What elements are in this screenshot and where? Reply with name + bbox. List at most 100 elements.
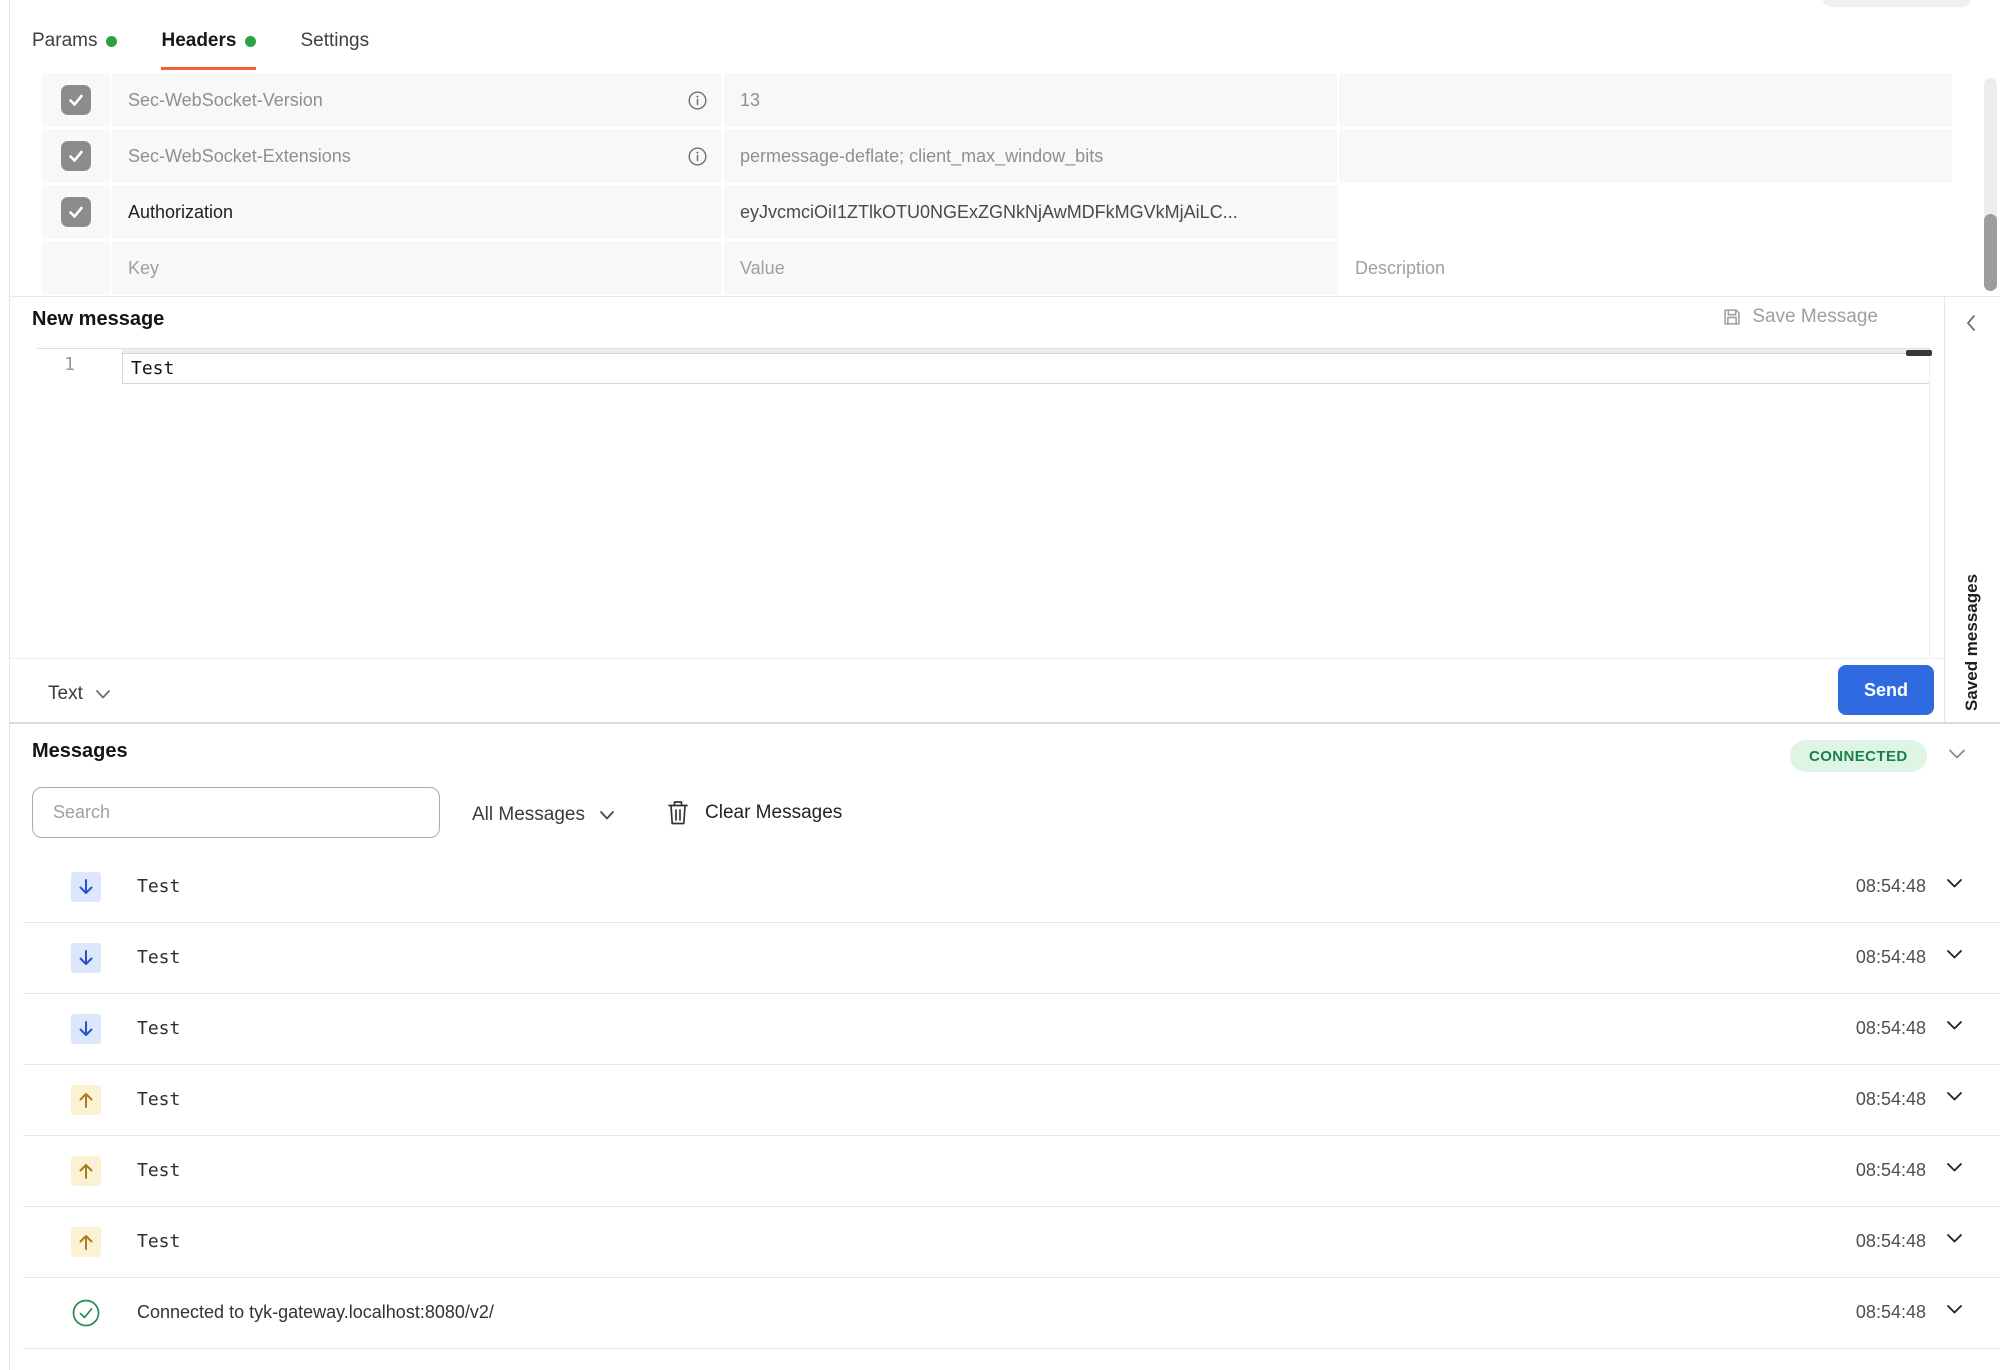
- send-button[interactable]: Send: [1838, 665, 1934, 715]
- header-value-cell[interactable]: eyJvcmciOiI1ZTlkOTU0NGExZGNkNjAwMDFkMGVk…: [724, 185, 1337, 239]
- header-checkbox[interactable]: [61, 197, 91, 227]
- message-time: 08:54:48: [1856, 947, 1926, 968]
- collapse-panel-button[interactable]: [1964, 313, 1977, 333]
- expand-message-chevron[interactable]: [1946, 949, 1963, 960]
- clear-messages-button[interactable]: Clear Messages: [666, 799, 842, 827]
- page-scrollbar-thumb[interactable]: [1984, 214, 1997, 291]
- headers-modified-dot: [245, 36, 256, 47]
- chevron-down-icon: [599, 810, 615, 821]
- value-placeholder: Value: [740, 258, 785, 279]
- message-row[interactable]: Test 08:54:48: [23, 852, 2000, 923]
- expand-message-chevron[interactable]: [1946, 1233, 1963, 1244]
- tab-params[interactable]: Params: [32, 30, 117, 70]
- params-modified-dot: [106, 36, 117, 47]
- tab-settings-label: Settings: [300, 30, 369, 52]
- message-row[interactable]: Test 08:54:48: [23, 1207, 2000, 1278]
- tab-settings[interactable]: Settings: [300, 30, 369, 70]
- expand-message-chevron[interactable]: [1946, 1304, 1963, 1315]
- header-description-cell[interactable]: [1339, 73, 1952, 127]
- header-description-cell[interactable]: Description: [1339, 241, 1952, 295]
- tab-headers-label: Headers: [161, 30, 236, 52]
- message-text: Test: [137, 1018, 180, 1039]
- status-chevron-button[interactable]: [1948, 748, 1966, 760]
- header-value-cell[interactable]: Value: [724, 241, 1337, 295]
- header-key-cell[interactable]: Authorization: [112, 185, 722, 239]
- header-key-cell[interactable]: Sec-WebSocket-Extensions: [112, 129, 722, 183]
- header-description-cell[interactable]: [1339, 129, 1952, 183]
- sent-arrow-icon: [71, 1156, 101, 1186]
- header-value-cell[interactable]: permessage-deflate; client_max_window_bi…: [724, 129, 1337, 183]
- headers-table: Sec-WebSocket-Version 13 Sec-WebSocket-E…: [42, 73, 1952, 295]
- expand-message-chevron[interactable]: [1946, 1162, 1963, 1173]
- message-row[interactable]: Test 08:54:48: [23, 994, 2000, 1065]
- clear-messages-label: Clear Messages: [705, 802, 842, 824]
- check-icon: [67, 147, 85, 165]
- header-key: Authorization: [128, 202, 233, 223]
- header-checkbox[interactable]: [61, 141, 91, 171]
- expand-message-chevron[interactable]: [1946, 1020, 1963, 1031]
- received-arrow-icon: [71, 872, 101, 902]
- toolbar-fragment: [1822, 0, 1972, 7]
- save-icon: [1721, 306, 1743, 328]
- message-time: 08:54:48: [1856, 1231, 1926, 1252]
- message-editor[interactable]: Test: [122, 353, 1930, 384]
- header-row-checkbox-cell: [42, 73, 110, 127]
- message-text: Test: [137, 876, 180, 897]
- save-message-label: Save Message: [1752, 306, 1878, 328]
- check-icon: [67, 203, 85, 221]
- editor-content: Test: [123, 358, 174, 379]
- message-time: 08:54:48: [1856, 1089, 1926, 1110]
- message-text: Connected to tyk-gateway.localhost:8080/…: [137, 1302, 494, 1323]
- message-row[interactable]: Test 08:54:48: [23, 1136, 2000, 1207]
- message-time: 08:54:48: [1856, 876, 1926, 897]
- header-value-cell[interactable]: 13: [724, 73, 1337, 127]
- header-description-cell[interactable]: [1339, 185, 1952, 239]
- message-text: Test: [137, 947, 180, 968]
- header-key-cell[interactable]: Key: [112, 241, 722, 295]
- messages-list: Test 08:54:48 Test 08:54:48 Test 08:54:4…: [23, 852, 2000, 1349]
- editor-right-gutter: [1929, 357, 1930, 657]
- save-message-button[interactable]: Save Message: [1721, 306, 1878, 328]
- message-type-dropdown[interactable]: Text: [48, 683, 111, 705]
- received-arrow-icon: [71, 1014, 101, 1044]
- trash-icon: [666, 799, 690, 827]
- message-row[interactable]: Test 08:54:48: [23, 1065, 2000, 1136]
- description-placeholder: Description: [1355, 258, 1445, 279]
- header-key: Sec-WebSocket-Extensions: [128, 146, 351, 167]
- chevron-left-icon: [1964, 313, 1977, 333]
- tab-params-label: Params: [32, 30, 97, 52]
- message-text: Test: [137, 1160, 180, 1181]
- connected-check-icon: [71, 1298, 101, 1328]
- message-row[interactable]: Test 08:54:48: [23, 923, 2000, 994]
- messages-title: Messages: [32, 740, 128, 763]
- header-row-checkbox-cell: [42, 129, 110, 183]
- editor-scrollbar-thumb[interactable]: [1906, 350, 1932, 356]
- composer-footer-divider: [10, 658, 1945, 659]
- message-time: 08:54:48: [1856, 1160, 1926, 1181]
- header-value: permessage-deflate; client_max_window_bi…: [740, 146, 1103, 167]
- message-filter-dropdown[interactable]: All Messages: [472, 804, 615, 826]
- chevron-down-icon: [1948, 748, 1966, 760]
- editor-line-number: 1: [45, 354, 75, 375]
- sent-arrow-icon: [71, 1227, 101, 1257]
- header-key: Sec-WebSocket-Version: [128, 90, 323, 111]
- info-icon[interactable]: [687, 146, 708, 167]
- expand-message-chevron[interactable]: [1946, 878, 1963, 889]
- tab-headers[interactable]: Headers: [161, 30, 256, 70]
- expand-message-chevron[interactable]: [1946, 1091, 1963, 1102]
- info-icon[interactable]: [687, 90, 708, 111]
- message-type-label: Text: [48, 683, 83, 705]
- header-key-cell[interactable]: Sec-WebSocket-Version: [112, 73, 722, 127]
- message-time: 08:54:48: [1856, 1302, 1926, 1323]
- key-placeholder: Key: [128, 258, 159, 279]
- header-row-checkbox-cell: [42, 241, 110, 295]
- saved-messages-tab[interactable]: Saved messages: [1962, 546, 1982, 711]
- search-input[interactable]: [32, 787, 440, 838]
- message-row[interactable]: Connected to tyk-gateway.localhost:8080/…: [23, 1278, 2000, 1349]
- header-row-checkbox-cell: [42, 185, 110, 239]
- header-checkbox[interactable]: [61, 85, 91, 115]
- message-text: Test: [137, 1089, 180, 1110]
- header-value: 13: [740, 90, 760, 111]
- request-tabbar: Params Headers Settings: [32, 30, 369, 70]
- connection-status-badge: CONNECTED: [1790, 740, 1927, 772]
